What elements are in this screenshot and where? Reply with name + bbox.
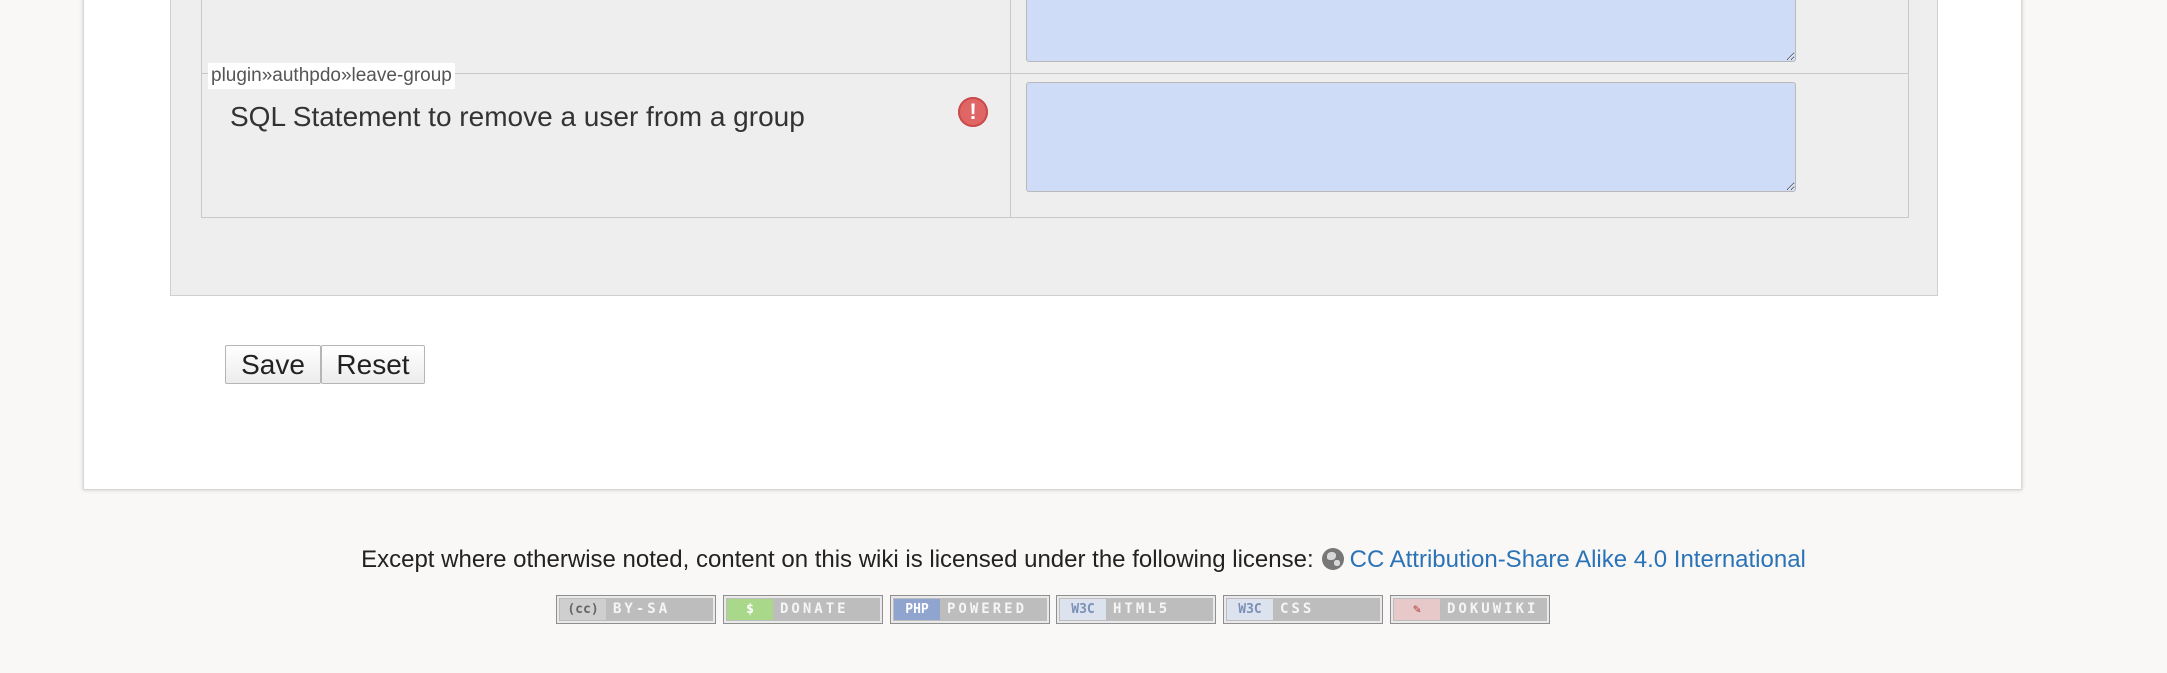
w3c-icon: W3C	[1060, 599, 1106, 620]
badge-donate[interactable]: $ DONATE	[723, 595, 883, 624]
save-button[interactable]: Save	[225, 345, 321, 384]
cell-divider	[1010, 0, 1011, 73]
w3c-icon: W3C	[1227, 599, 1273, 620]
badge-text: POWERED	[947, 601, 1028, 617]
previous-setting-textarea[interactable]	[1026, 0, 1796, 62]
php-icon: PHP	[894, 599, 940, 620]
badge-cc-by-sa[interactable]: (cc) BY-SA	[556, 595, 716, 624]
badge-text: DOKUWIKI	[1447, 601, 1539, 617]
setting-label: SQL Statement to remove a user from a gr…	[230, 101, 805, 132]
license-text: Except where otherwise noted, content on…	[361, 546, 1314, 573]
badge-text: HTML5	[1113, 601, 1171, 617]
setting-key: plugin»authpdo»leave-group	[208, 63, 455, 89]
badge-php-powered[interactable]: PHP POWERED	[890, 595, 1050, 624]
setting-row-leave-group: plugin»authpdo»leave-group SQL Statement…	[201, 63, 1909, 218]
badge-w3c-css[interactable]: W3C CSS	[1223, 595, 1383, 624]
content-panel: plugin»authpdo»leave-group SQL Statement…	[83, 0, 2022, 490]
globe-icon	[1321, 548, 1344, 570]
setting-row	[201, 0, 1909, 74]
reset-button[interactable]: Reset	[321, 345, 425, 384]
cc-icon: (cc)	[560, 599, 606, 620]
badge-text: CSS	[1280, 601, 1315, 617]
leave-group-sql-textarea[interactable]	[1026, 82, 1796, 192]
badge-text: DONATE	[780, 601, 849, 617]
badge-dokuwiki[interactable]: ✎ DOKUWIKI	[1390, 595, 1550, 624]
dokuwiki-icon: ✎	[1394, 599, 1440, 620]
cell-divider	[1010, 73, 1011, 217]
license-link[interactable]: CC Attribution-Share Alike 4.0 Internati…	[1350, 546, 1806, 573]
license-notice: Except where otherwise noted, content on…	[0, 543, 2167, 577]
plugin-settings-fieldset: plugin»authpdo»leave-group SQL Statement…	[170, 0, 1938, 296]
badge-text: BY-SA	[613, 601, 671, 617]
dollar-icon: $	[727, 599, 773, 620]
exclamation-circle-icon: !	[958, 97, 988, 127]
badge-w3c-html5[interactable]: W3C HTML5	[1056, 595, 1216, 624]
